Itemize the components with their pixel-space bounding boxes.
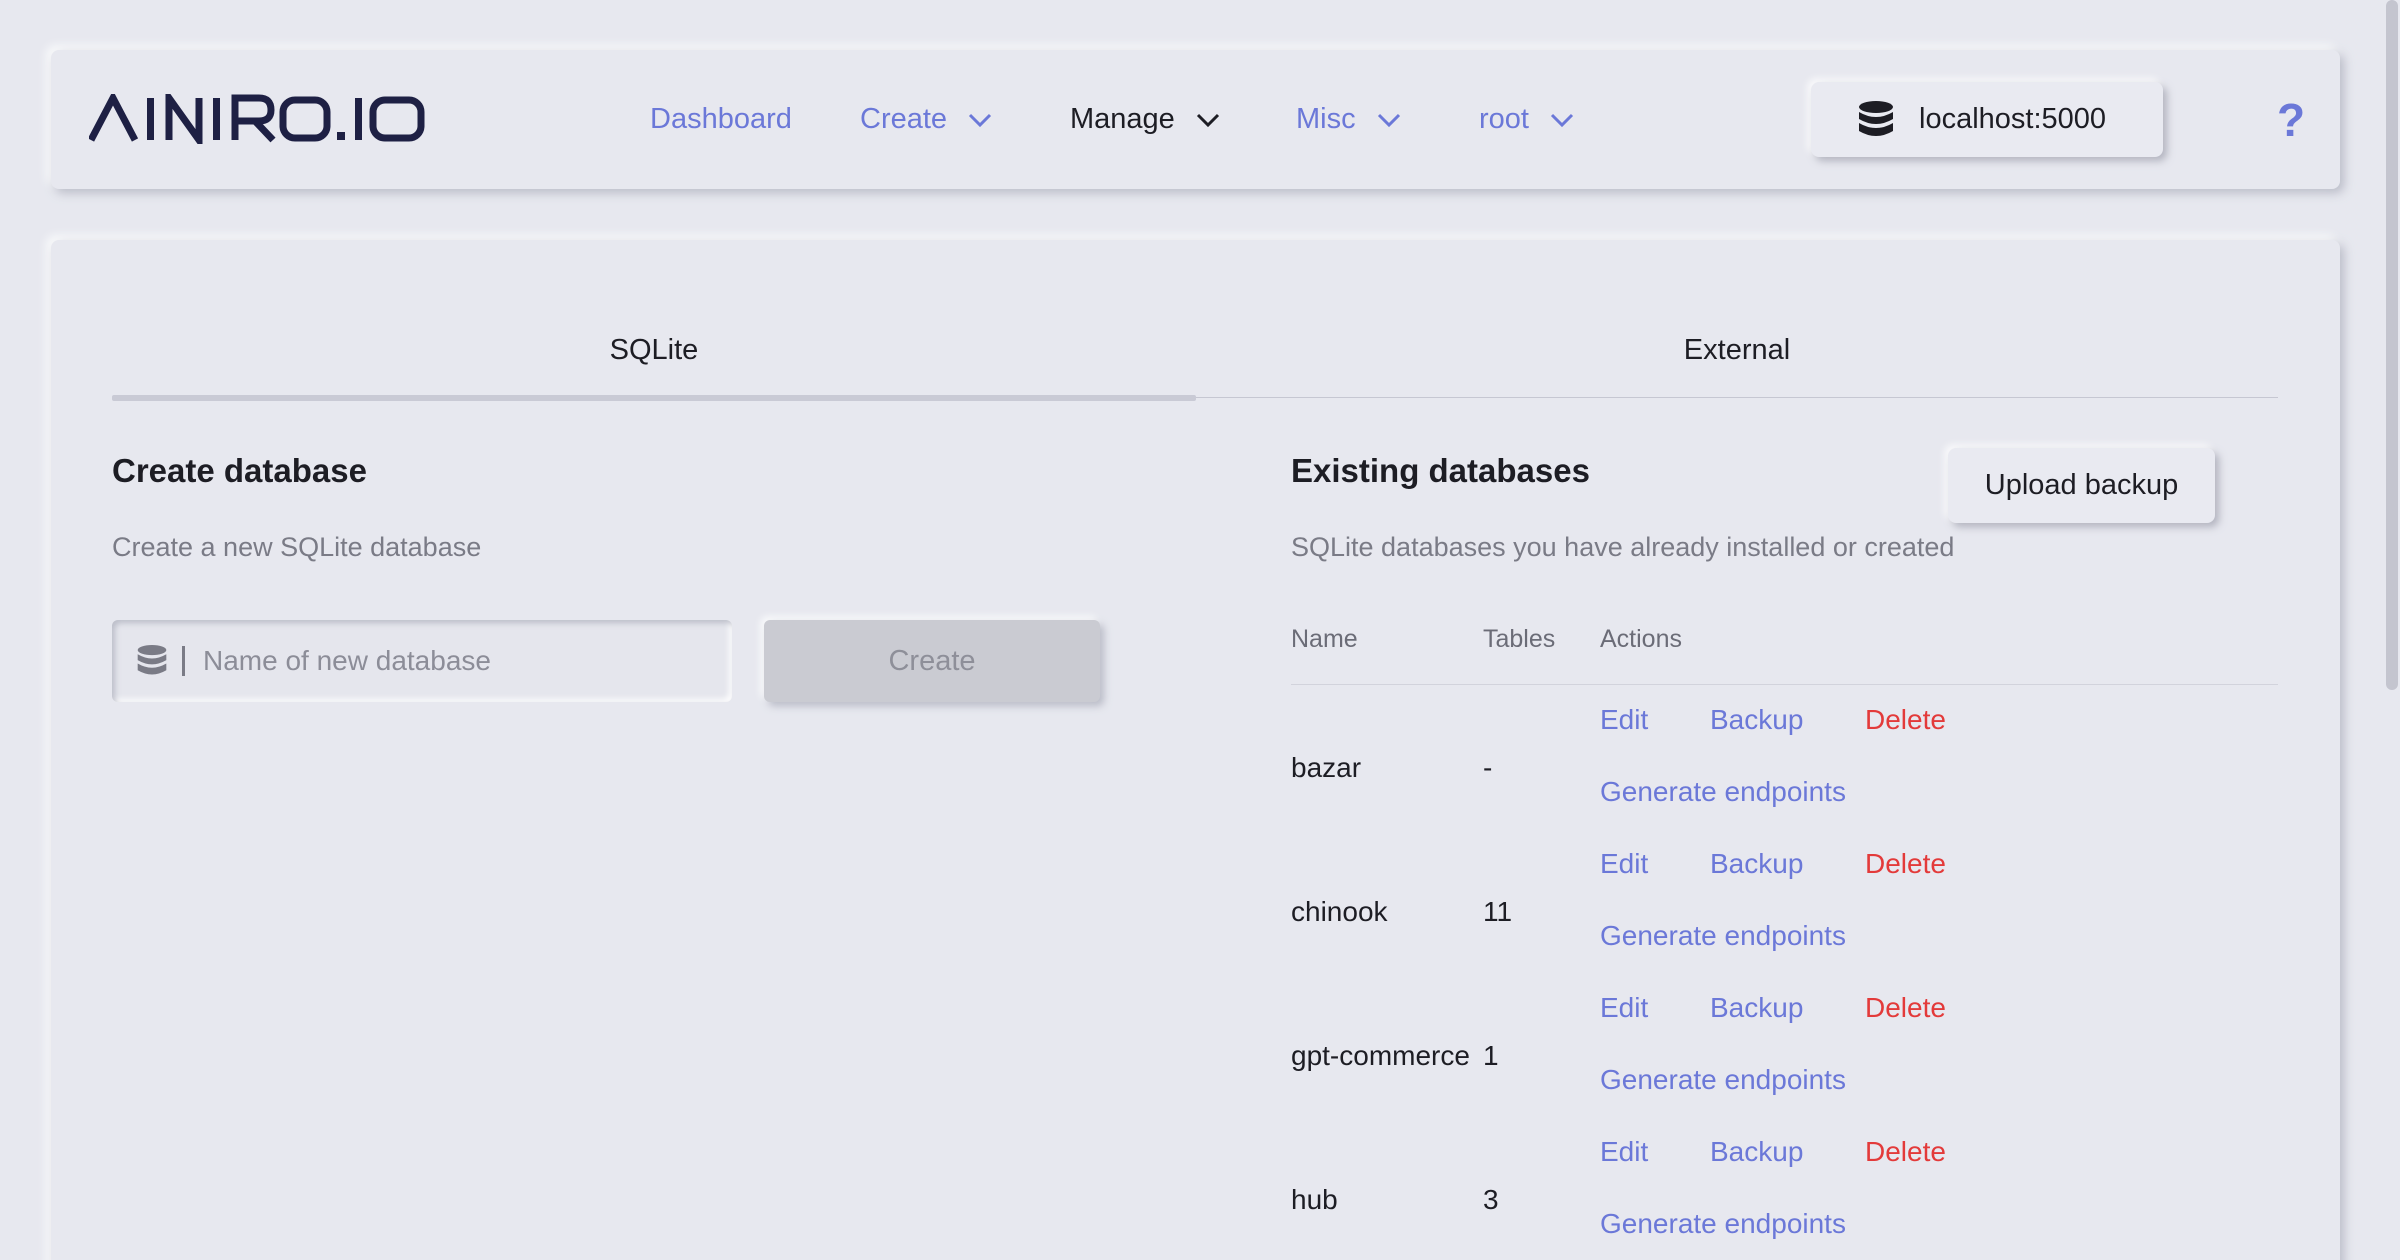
- chevron-down-icon: [1195, 111, 1221, 129]
- table-row: bazar - Edit Backup Delete Generate endp…: [1291, 700, 2278, 844]
- new-database-field[interactable]: [112, 620, 732, 702]
- generate-endpoints-link[interactable]: Generate endpoints: [1600, 1064, 1846, 1096]
- chevron-down-icon: [1549, 111, 1575, 129]
- chevron-down-icon: [1376, 111, 1402, 129]
- table-count: 11: [1483, 896, 1513, 927]
- question-icon[interactable]: ?: [2271, 90, 2311, 150]
- generate-endpoints-link[interactable]: Generate endpoints: [1600, 776, 1846, 808]
- edit-link[interactable]: Edit: [1600, 1136, 1648, 1168]
- nav-root-label: root: [1479, 103, 1529, 135]
- backup-link[interactable]: Backup: [1710, 992, 1803, 1024]
- database-name: gpt-commerce: [1291, 1040, 1470, 1071]
- tab-external[interactable]: External: [1196, 300, 2278, 400]
- table-count: -: [1483, 752, 1493, 783]
- tab-active-indicator: [112, 395, 1196, 401]
- column-header-actions: Actions: [1600, 625, 1682, 653]
- delete-link[interactable]: Delete: [1865, 1136, 1946, 1168]
- create-database-title: Create database: [112, 452, 367, 489]
- table-row: gpt-commerce 1 Edit Backup Delete Genera…: [1291, 988, 2278, 1132]
- nav-root[interactable]: root: [1479, 50, 1575, 189]
- backup-link[interactable]: Backup: [1710, 704, 1803, 736]
- column-header-tables: Tables: [1483, 625, 1556, 653]
- server-label: localhost:5000: [1919, 103, 2107, 135]
- delete-link[interactable]: Delete: [1865, 704, 1946, 736]
- nav-manage-label: Manage: [1070, 103, 1175, 135]
- nav-misc-label: Misc: [1296, 103, 1356, 135]
- backup-link[interactable]: Backup: [1710, 848, 1803, 880]
- input-separator: [182, 646, 185, 676]
- top-navbar: Dashboard Create Manage Misc root localh…: [51, 50, 2340, 189]
- column-header-name: Name: [1291, 625, 1358, 653]
- nav-create-label: Create: [860, 103, 948, 135]
- database-name: hub: [1291, 1184, 1338, 1215]
- database-icon: [137, 645, 167, 675]
- delete-link[interactable]: Delete: [1865, 992, 1946, 1024]
- delete-link[interactable]: Delete: [1865, 848, 1946, 880]
- nav-dashboard-label: Dashboard: [650, 103, 792, 135]
- table-header-divider: [1291, 684, 2278, 685]
- edit-link[interactable]: Edit: [1600, 992, 1648, 1024]
- main-card: SQLite External Create database Create a…: [51, 240, 2340, 1260]
- nav-misc[interactable]: Misc: [1296, 50, 1402, 189]
- upload-backup-button[interactable]: Upload backup: [1948, 448, 2215, 523]
- create-button[interactable]: Create: [764, 620, 1100, 702]
- nav-dashboard[interactable]: Dashboard: [650, 50, 792, 189]
- nav-create[interactable]: Create: [860, 50, 993, 189]
- generate-endpoints-link[interactable]: Generate endpoints: [1600, 1208, 1846, 1240]
- create-database-subtitle: Create a new SQLite database: [112, 532, 482, 562]
- tab-bar: SQLite External: [112, 300, 2278, 401]
- table-row: chinook 11 Edit Backup Delete Generate e…: [1291, 844, 2278, 988]
- database-name: bazar: [1291, 752, 1362, 783]
- database-name: chinook: [1291, 896, 1388, 927]
- table-count: 1: [1483, 1040, 1499, 1071]
- table-row: hub 3 Edit Backup Delete Generate endpoi…: [1291, 1132, 2278, 1260]
- database-icon: [1859, 100, 1893, 136]
- generate-endpoints-link[interactable]: Generate endpoints: [1600, 920, 1846, 952]
- existing-databases-subtitle: SQLite databases you have already instal…: [1291, 532, 1955, 562]
- page-scrollbar[interactable]: [2386, 0, 2398, 690]
- chevron-down-icon: [967, 111, 993, 129]
- app-page: Dashboard Create Manage Misc root localh…: [0, 0, 2400, 1260]
- edit-link[interactable]: Edit: [1600, 704, 1648, 736]
- server-button[interactable]: localhost:5000: [1811, 82, 2163, 157]
- edit-link[interactable]: Edit: [1600, 848, 1648, 880]
- new-database-input[interactable]: [203, 645, 683, 677]
- table-count: 3: [1483, 1184, 1499, 1215]
- backup-link[interactable]: Backup: [1710, 1136, 1803, 1168]
- tab-sqlite[interactable]: SQLite: [112, 300, 1196, 400]
- nav-manage[interactable]: Manage: [1070, 50, 1221, 189]
- existing-databases-title: Existing databases: [1291, 452, 1590, 489]
